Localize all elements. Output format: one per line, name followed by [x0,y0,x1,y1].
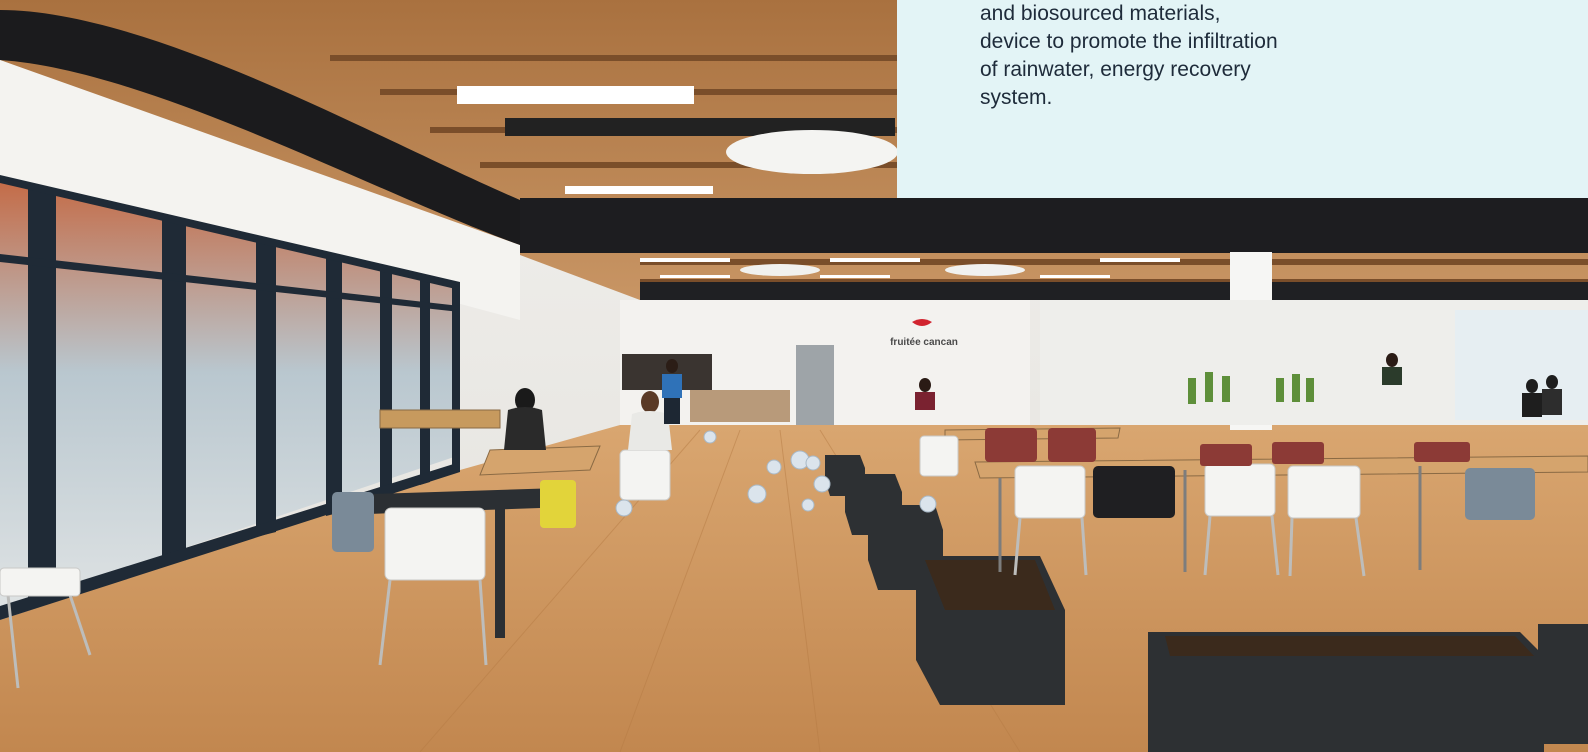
wall-sign: fruitée cancan [890,337,958,348]
info-text: and biosourced materials, device to prom… [980,0,1588,112]
acoustic-disc-3 [945,264,1025,276]
yellow-chair [540,480,576,528]
light-panel-1 [457,86,694,104]
wooden-crates [379,409,501,429]
info-line: of rainwater, energy recovery [980,58,1251,81]
info-line: device to promote the infiltration [980,30,1278,53]
light-panel-2 [565,186,713,194]
black-chair [1093,466,1175,518]
info-line: system. [980,86,1053,109]
info-line: and biosourced materials, [980,2,1221,25]
duct-back [640,282,1588,300]
duct-main [520,198,1588,253]
foreground-chair [0,567,81,597]
fridge [796,345,834,425]
right-windows [1455,310,1588,420]
acoustic-disc-1 [726,130,898,174]
acoustic-disc-2 [740,264,820,276]
info-panel: and biosourced materials, device to prom… [897,0,1588,198]
kitchen-counter [690,390,790,422]
